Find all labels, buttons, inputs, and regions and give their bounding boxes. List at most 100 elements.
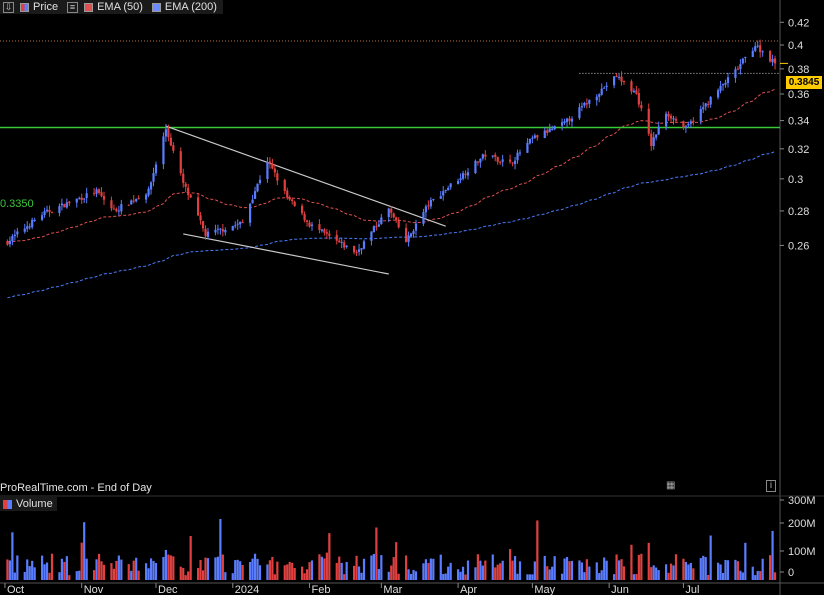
candle-body <box>318 224 321 230</box>
volume-bar <box>206 558 210 580</box>
volume-bar <box>528 574 532 580</box>
volume-bar <box>650 567 653 580</box>
volume-bar <box>303 573 306 580</box>
volume-bar <box>132 560 135 580</box>
candle-body <box>667 113 670 117</box>
legend-price[interactable]: Price <box>17 1 58 13</box>
volume-bar <box>130 570 133 580</box>
calendar-icon[interactable]: ▦ <box>666 480 675 491</box>
candle-body <box>130 200 133 205</box>
volume-bar <box>323 558 326 580</box>
candle-body <box>464 173 467 175</box>
volume-bar <box>716 562 720 580</box>
volume-bar <box>343 574 346 580</box>
volume-legend[interactable]: Volume <box>0 497 57 511</box>
y-tick-label: 0.42 <box>788 17 809 29</box>
volume-bar <box>395 542 398 580</box>
candle <box>474 159 477 174</box>
candle-body <box>127 204 130 206</box>
volume-bar <box>201 570 205 580</box>
candle-body <box>650 133 653 146</box>
candle-body <box>164 129 168 137</box>
candle-body <box>635 90 638 94</box>
candle-body <box>427 205 430 207</box>
candle-body <box>479 158 482 163</box>
info-icon[interactable]: i <box>766 480 776 492</box>
volume-bar <box>149 558 153 580</box>
candle-body <box>657 126 660 135</box>
legend-ema200[interactable]: EMA (200) <box>149 1 217 13</box>
candle-body <box>80 197 83 200</box>
candle-body <box>682 121 685 128</box>
candle-body <box>16 231 19 235</box>
chart-background <box>0 0 824 595</box>
candle <box>179 147 182 176</box>
candle-body <box>422 212 425 224</box>
candle-body <box>120 204 123 212</box>
volume-bar <box>513 556 517 580</box>
candle-body <box>439 196 442 199</box>
candle-body <box>65 202 68 208</box>
legend-price-label: Price <box>33 1 59 13</box>
candle-body <box>97 189 101 193</box>
candle-body <box>600 88 603 95</box>
source-credit: ProRealTime.com - End of Day <box>0 482 152 494</box>
volume-bar <box>491 554 494 580</box>
volume-bar <box>407 569 410 580</box>
volume-bar <box>531 574 534 580</box>
chart-menu-icon[interactable]: ⇩ <box>3 1 14 13</box>
volume-bar <box>684 561 688 580</box>
volume-bar <box>100 561 103 580</box>
vol-tick-label: 100M <box>788 546 816 558</box>
volume-bar <box>548 569 551 580</box>
legend-ema50[interactable]: EMA (50) <box>81 1 143 13</box>
volume-bar <box>709 535 712 580</box>
candle-body <box>357 249 361 252</box>
candle-body <box>533 135 536 138</box>
candle-body <box>320 229 324 231</box>
volume-bar <box>23 571 26 580</box>
volume-bar <box>612 574 616 580</box>
candle-body <box>352 246 356 253</box>
volume-bar <box>172 556 175 580</box>
candle-body <box>392 213 395 218</box>
candle-body <box>632 90 636 93</box>
candle-body <box>343 242 346 248</box>
candle-body <box>239 221 242 225</box>
candle-body <box>224 229 227 233</box>
candle-body <box>407 235 410 242</box>
volume-bar <box>92 570 96 580</box>
candle-body <box>553 126 556 130</box>
candle-body <box>83 198 86 200</box>
candle-body <box>531 137 534 139</box>
volume-bar <box>474 567 477 580</box>
candle-body <box>50 212 54 214</box>
candle-body <box>669 115 673 119</box>
volume-bar <box>26 559 29 580</box>
candle-body <box>568 118 571 121</box>
candle-body <box>335 234 338 241</box>
volume-bar <box>112 568 116 580</box>
volume-bar <box>164 549 168 580</box>
candle-body <box>323 229 326 233</box>
volume-bar <box>33 567 36 580</box>
candle-body <box>409 233 413 237</box>
volume-bar <box>511 560 514 580</box>
volume-bar <box>565 556 569 580</box>
candle-body <box>303 214 306 221</box>
candle-body <box>397 219 400 228</box>
volume-bar <box>216 556 220 580</box>
candle-body <box>189 194 192 198</box>
candle-body <box>137 198 140 200</box>
list-icon[interactable]: ≡ <box>67 1 79 13</box>
candle-body <box>231 226 234 231</box>
stock-chart[interactable]: 0.42 0.4 0.38 0.36 0.34 0.32 0.3 0.28 0.26 300M 20… <box>0 0 824 595</box>
volume-bar <box>444 573 447 580</box>
volume-bar <box>288 561 291 580</box>
candle-body <box>387 208 390 217</box>
volume-bar <box>320 556 324 580</box>
candle-body <box>551 128 554 130</box>
volume-bar <box>466 560 470 580</box>
candle-body <box>647 108 650 134</box>
candle-body <box>325 232 328 234</box>
